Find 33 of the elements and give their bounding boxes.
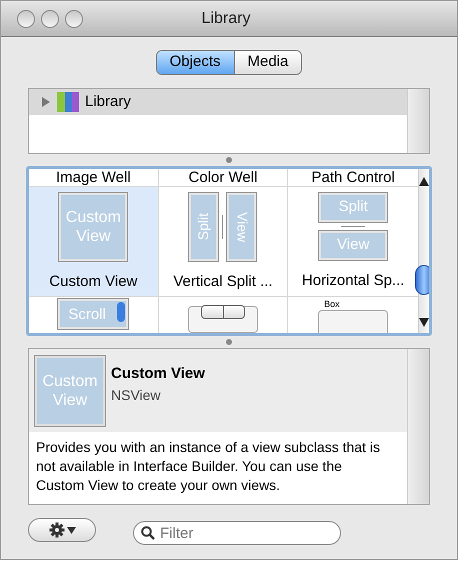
object-cell[interactable]: Color Well [158, 169, 288, 187]
zoom-button[interactable] [65, 10, 83, 28]
scroll-up-arrow-icon[interactable] [419, 177, 429, 186]
tab[interactable]: Objects [156, 51, 234, 74]
outline-row[interactable]: Library [29, 89, 407, 115]
splitter-handle[interactable] [226, 157, 232, 163]
caret-icon [66, 526, 76, 534]
description: Provides you with an instance of a view subclass that is not available in Interface Builder. You can use the Custom View to create your own views. [35, 438, 381, 495]
search-icon [141, 526, 155, 540]
custom-view-icon: Custom View [59, 193, 128, 261]
close-button[interactable] [17, 10, 35, 28]
scroll-down-arrow-icon[interactable] [419, 318, 429, 327]
object-cell[interactable]: Split View Vertical Split ... [158, 187, 288, 297]
disclosure-triangle-icon[interactable] [41, 97, 51, 107]
segmented-control-icon [188, 306, 258, 333]
scroll-view-icon: Scroll [58, 299, 128, 329]
scrollbar-track [407, 89, 429, 153]
splitter-handle[interactable] [226, 339, 232, 345]
filter-field[interactable]: Filter [133, 521, 341, 545]
window-title: Library [202, 8, 250, 28]
object-title: Custom View [111, 364, 205, 384]
object-cell[interactable]: Image Well [29, 169, 159, 187]
books-icon [57, 92, 79, 112]
object-cell[interactable] [158, 297, 288, 333]
gear-icon [48, 522, 64, 538]
class-name: NSView [111, 386, 162, 406]
scroll-thumb[interactable] [415, 265, 429, 295]
object-cell[interactable]: Path Control [288, 169, 418, 187]
minimize-button[interactable] [41, 10, 59, 28]
action-menu-button[interactable] [28, 518, 96, 542]
tab[interactable]: Media [234, 51, 302, 74]
object-cell[interactable]: Custom View Custom View [29, 187, 159, 297]
custom-view-icon: Custom View [35, 356, 105, 426]
